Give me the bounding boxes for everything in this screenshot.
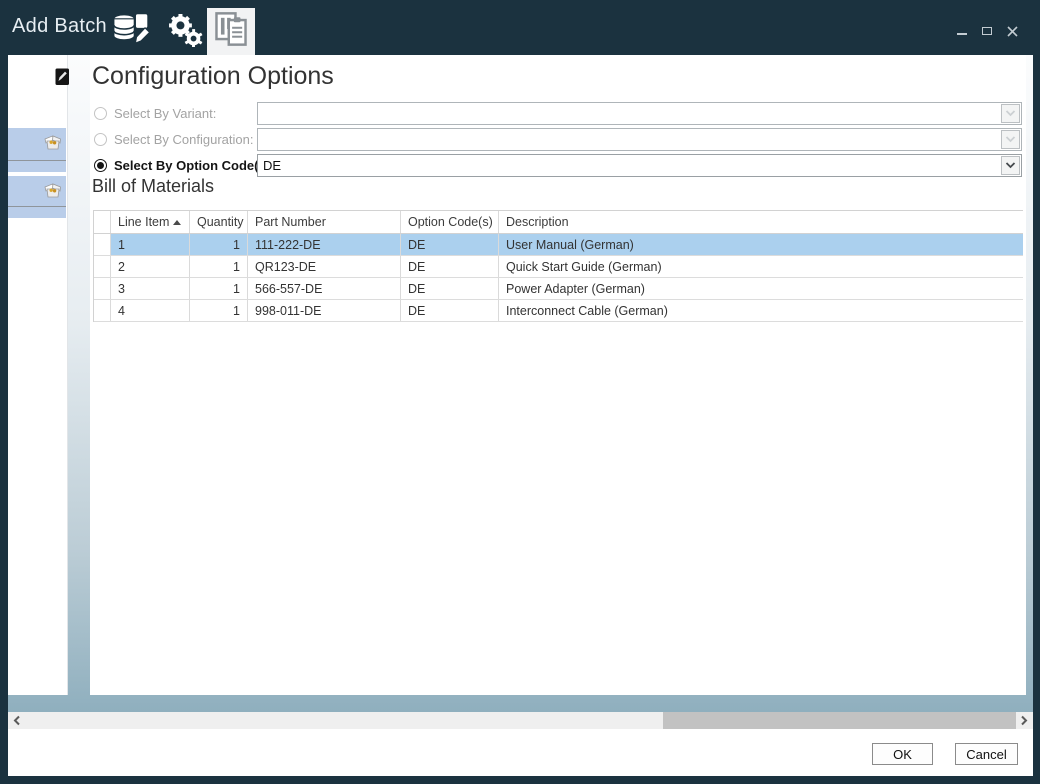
cell-part-number: QR123-DE	[248, 256, 401, 277]
bom-header-row: Line Item Quantity Part Number Option Co…	[94, 210, 1023, 234]
radio-button-option-codes[interactable]	[94, 159, 107, 172]
database-edit-icon	[109, 12, 155, 51]
edit-note-icon	[55, 68, 70, 91]
cell-line-item: 3	[111, 278, 190, 299]
configuration-panel: Configuration Options Select By Variant:…	[90, 55, 1026, 695]
package-box-icon	[44, 181, 62, 204]
toolbar-button-database-edit[interactable]	[106, 10, 158, 52]
cell-line-item: 1	[111, 234, 190, 255]
table-row[interactable]: 4 1 998-011-DE DE Interconnect Cable (Ge…	[94, 300, 1023, 322]
footer-bar: OK Cancel	[8, 729, 1033, 776]
close-icon	[1007, 26, 1018, 37]
column-header-label: Option Code(s)	[408, 215, 493, 229]
copy-documents-icon	[212, 10, 250, 53]
cell-quantity: 1	[190, 278, 248, 299]
scrollbar-thumb[interactable]	[663, 712, 1016, 729]
table-row[interactable]: 3 1 566-557-DE DE Power Adapter (German)	[94, 278, 1023, 300]
window: Add Batch	[0, 0, 1040, 784]
variant-combobox	[257, 102, 1022, 125]
column-header-line-item[interactable]: Line Item	[111, 211, 190, 233]
cell-line-item: 4	[111, 300, 190, 321]
bom-grid: Line Item Quantity Part Number Option Co…	[93, 210, 1023, 322]
horizontal-scrollbar[interactable]	[8, 712, 1033, 729]
column-header-part-number[interactable]: Part Number	[248, 211, 401, 233]
combobox-value: DE	[258, 155, 1000, 176]
column-header-label: Part Number	[255, 215, 326, 229]
toolbar-button-settings[interactable]	[158, 10, 206, 52]
option-codes-combobox[interactable]: DE	[257, 154, 1022, 177]
cell-part-number: 111-222-DE	[248, 234, 401, 255]
section-title-bill-of-materials: Bill of Materials	[92, 176, 214, 197]
row-header-cell[interactable]	[94, 278, 111, 299]
table-row[interactable]: 1 1 111-222-DE DE User Manual (German)	[94, 234, 1023, 256]
chevron-down-icon	[1005, 162, 1016, 169]
combobox-dropdown-button[interactable]	[1001, 156, 1020, 175]
radio-label[interactable]: Select By Option Code(s):	[114, 158, 274, 173]
combobox-value	[258, 129, 1000, 150]
maximize-button[interactable]	[981, 25, 993, 37]
chevron-down-icon	[1005, 136, 1016, 143]
combobox-dropdown-button	[1001, 130, 1020, 149]
cell-part-number: 998-011-DE	[248, 300, 401, 321]
gears-icon	[161, 10, 203, 52]
cell-description: Power Adapter (German)	[499, 278, 1023, 299]
scroll-right-icon	[1020, 715, 1028, 726]
sidebar-panel	[8, 55, 68, 695]
cell-quantity: 1	[190, 234, 248, 255]
page-title: Configuration Options	[92, 62, 334, 91]
chevron-down-icon	[1005, 110, 1016, 117]
cell-quantity: 1	[190, 256, 248, 277]
scroll-left-button[interactable]	[8, 712, 26, 729]
cell-option-codes: DE	[401, 256, 499, 277]
column-header-label: Description	[506, 215, 569, 229]
scroll-left-icon	[13, 715, 21, 726]
scroll-right-button[interactable]	[1015, 712, 1033, 729]
cell-option-codes: DE	[401, 278, 499, 299]
row-header-corner	[94, 211, 111, 233]
row-header-cell[interactable]	[94, 256, 111, 277]
cell-part-number: 566-557-DE	[248, 278, 401, 299]
column-header-description[interactable]: Description	[499, 211, 1023, 233]
combobox-dropdown-button	[1001, 104, 1020, 123]
radio-label: Select By Variant:	[114, 106, 216, 121]
cell-description: Quick Start Guide (German)	[499, 256, 1023, 277]
radio-row-select-by-option-codes[interactable]: Select By Option Code(s):	[94, 156, 274, 174]
radio-label: Select By Configuration:	[114, 132, 253, 147]
cell-description: User Manual (German)	[499, 234, 1023, 255]
configuration-combobox	[257, 128, 1022, 151]
radio-row-select-by-configuration: Select By Configuration:	[94, 130, 253, 148]
titlebar[interactable]: Add Batch	[0, 0, 1040, 55]
combobox-value	[258, 103, 1000, 124]
cancel-button[interactable]: Cancel	[955, 743, 1018, 765]
cell-option-codes: DE	[401, 300, 499, 321]
table-row[interactable]: 2 1 QR123-DE DE Quick Start Guide (Germa…	[94, 256, 1023, 278]
cell-option-codes: DE	[401, 234, 499, 255]
list-item[interactable]	[8, 176, 66, 218]
toolbar-button-copy-documents-selected[interactable]	[207, 8, 255, 55]
minimize-button[interactable]	[956, 25, 968, 37]
ok-button[interactable]: OK	[872, 743, 933, 765]
cell-description: Interconnect Cable (German)	[499, 300, 1023, 321]
column-header-option-codes[interactable]: Option Code(s)	[401, 211, 499, 233]
maximize-icon	[982, 27, 992, 35]
window-title: Add Batch	[12, 15, 107, 38]
row-header-cell[interactable]	[94, 300, 111, 321]
column-header-quantity[interactable]: Quantity	[190, 211, 248, 233]
sort-ascending-icon	[173, 220, 181, 225]
column-header-label: Quantity	[197, 215, 244, 229]
radio-button-configuration	[94, 133, 107, 146]
radio-button-variant	[94, 107, 107, 120]
window-controls	[956, 25, 1018, 37]
cell-quantity: 1	[190, 300, 248, 321]
close-button[interactable]	[1006, 25, 1018, 37]
divider	[8, 160, 66, 161]
minimize-icon	[957, 33, 967, 35]
list-item[interactable]	[8, 128, 66, 172]
divider	[8, 206, 66, 207]
row-header-cell[interactable]	[94, 234, 111, 255]
radio-row-select-by-variant: Select By Variant:	[94, 104, 216, 122]
package-box-icon	[44, 133, 62, 156]
column-header-label: Line Item	[118, 215, 169, 229]
cell-line-item: 2	[111, 256, 190, 277]
